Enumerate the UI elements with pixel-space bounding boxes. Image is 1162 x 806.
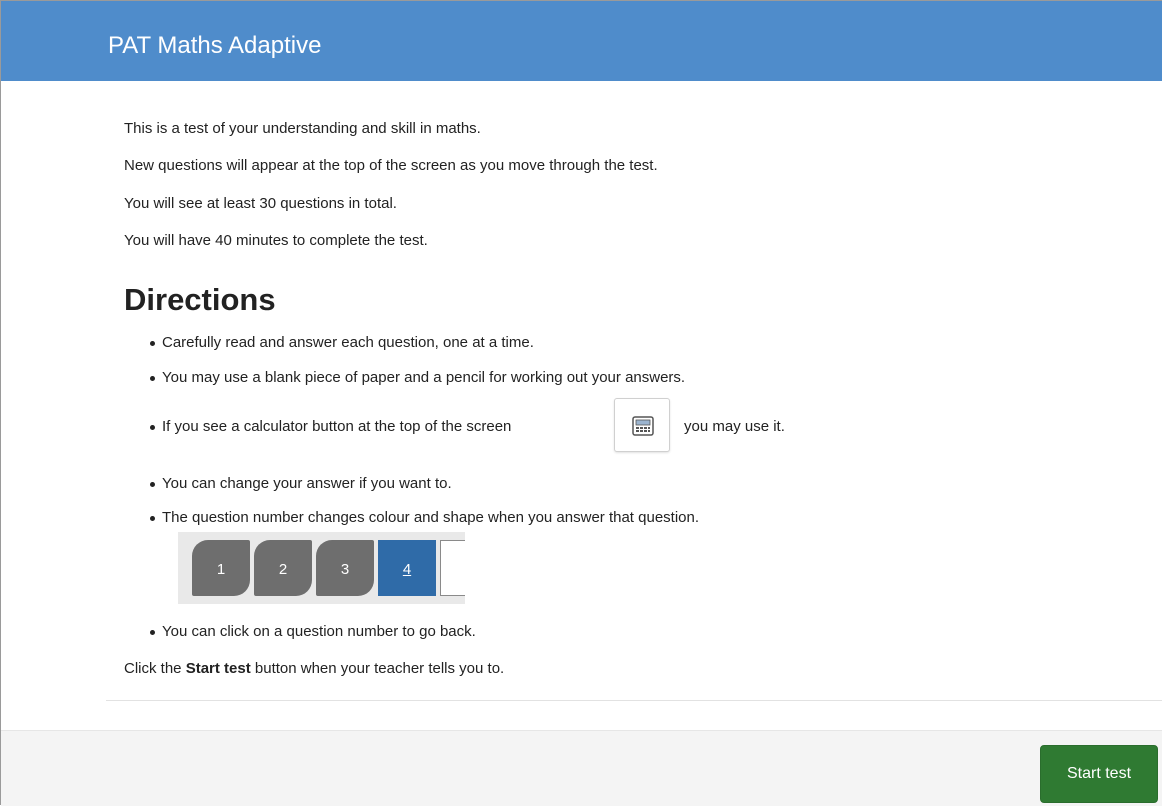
app-title: PAT Maths Adaptive [108, 32, 322, 59]
question-number-answered: 2 [254, 540, 312, 596]
direction-text: You can click on a question number to go… [162, 623, 476, 640]
direction-text: Carefully read and answer each question,… [162, 334, 534, 351]
content-divider [106, 700, 1162, 701]
bullet-icon [150, 376, 155, 381]
intro-line: This is a test of your understanding and… [124, 120, 481, 137]
intro-line: You will see at least 30 questions in to… [124, 195, 397, 212]
directions-heading: Directions [124, 282, 276, 317]
bullet-icon [150, 425, 155, 430]
question-number-answered: 1 [192, 540, 250, 596]
app-header: PAT Maths Adaptive [1, 1, 1162, 81]
bullet-icon [150, 341, 155, 346]
intro-line: You will have 40 minutes to complete the… [124, 232, 428, 249]
bullet-icon [150, 516, 155, 521]
direction-text: You may use a blank piece of paper and a… [162, 369, 686, 386]
footer-bar [1, 730, 1162, 806]
calculator-icon [632, 416, 654, 436]
start-instruction-bold: Start test [185, 660, 251, 677]
question-number-answered: 3 [316, 540, 374, 596]
question-nav-example: 1 2 3 4 [178, 532, 465, 604]
start-test-button[interactable]: Start test [1040, 745, 1158, 803]
direction-text: The question number changes colour and s… [162, 509, 700, 526]
intro-line: New questions will appear at the top of … [124, 157, 658, 174]
calculator-button-example [614, 398, 670, 452]
question-number-current: 4 [378, 540, 436, 596]
start-instruction-suffix: button when your teacher tells you to. [250, 660, 505, 677]
direction-text: You can change your answer if you want t… [162, 475, 452, 492]
direction-text: If you see a calculator button at the to… [162, 418, 512, 435]
calculator-suffix-text: you may use it. [684, 418, 785, 435]
question-number-unanswered [440, 540, 465, 596]
bullet-icon [150, 482, 155, 487]
bullet-icon [150, 630, 155, 635]
start-instruction-prefix: Click the [124, 660, 186, 677]
start-instruction: Click the Start test button when your te… [124, 659, 504, 679]
